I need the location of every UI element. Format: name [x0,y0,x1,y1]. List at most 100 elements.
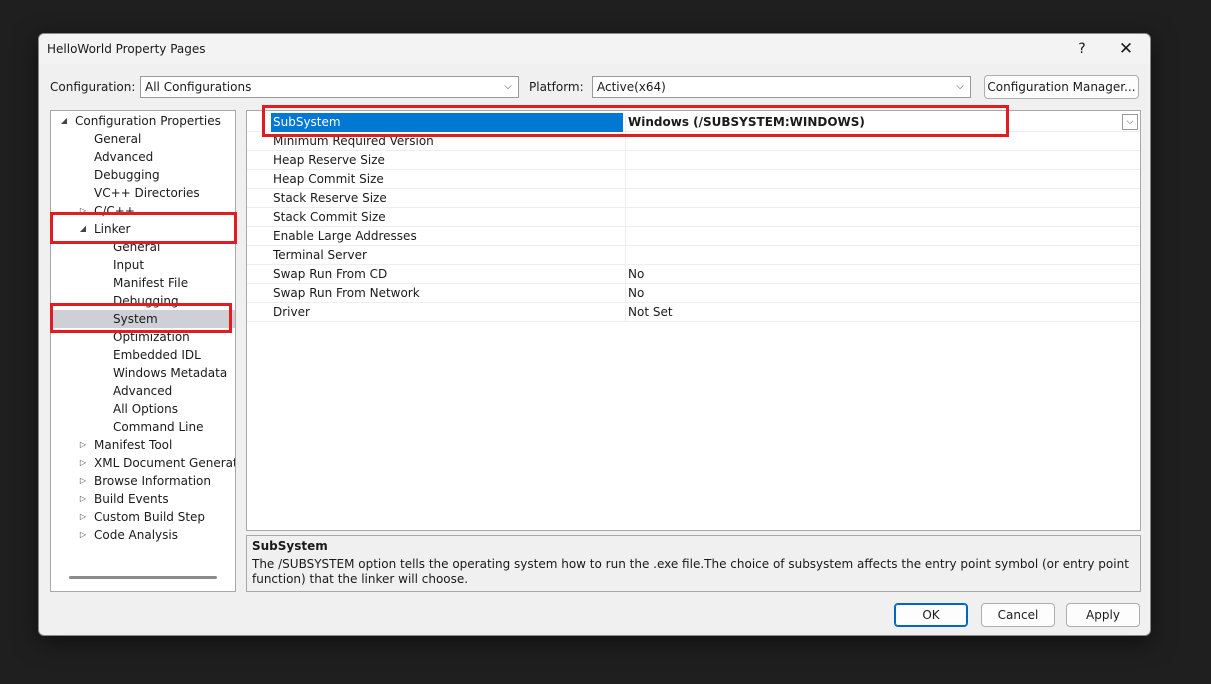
property-name: Minimum Required Version [273,134,434,148]
tree-item-label: General [113,240,161,254]
property-tree[interactable]: ◢ Configuration Properties General Advanced… [50,110,236,592]
tree-item[interactable]: Windows Metadata [96,364,227,382]
tree-item-label: Configuration Properties [75,114,221,128]
tree-item-label: System [113,312,158,326]
platform-label: Platform: [529,80,584,94]
tree-item[interactable]: General [96,238,160,256]
collapsed-arrow-icon[interactable]: ▷ [77,202,89,220]
property-row[interactable]: Driver Not Set [247,303,1140,322]
tree-item-label: Manifest Tool [94,438,173,452]
tree-item[interactable]: Optimization [96,328,190,346]
tree-item-label: Windows Metadata [113,366,228,380]
property-value[interactable] [625,227,1125,246]
property-row[interactable]: Swap Run From CD No [247,265,1140,284]
tree-item[interactable]: Advanced [77,148,153,166]
tree-item[interactable]: ▷ Build Events [77,490,169,508]
apply-button[interactable]: Apply [1066,603,1140,627]
tree-item-label: Debugging [113,294,179,308]
property-name: Driver [273,305,310,319]
configuration-value: All Configurations [145,80,252,94]
tree-item[interactable]: ▷ Browse Information [77,472,211,490]
tree-item-label: Build Events [94,492,169,506]
description-title: SubSystem [252,539,328,553]
collapsed-arrow-icon[interactable]: ▷ [77,436,89,454]
tree-item[interactable]: ▷ XML Document Generator [77,454,236,472]
tree-item-label: All Options [113,402,178,416]
tree-item[interactable]: Input [96,256,144,274]
tree-item[interactable]: Embedded IDL [96,346,201,364]
property-pages-dialog: HelloWorld Property Pages ? ✕ Configurat… [38,33,1151,636]
property-row[interactable]: Terminal Server [247,246,1140,265]
tree-item-label: Embedded IDL [113,348,201,362]
tree-item[interactable]: ▷ Custom Build Step [77,508,205,526]
collapsed-arrow-icon[interactable]: ▷ [77,472,89,490]
tree-item-label: VC++ Directories [94,186,200,200]
collapsed-arrow-icon[interactable]: ▷ [77,508,89,526]
tree-item[interactable]: All Options [96,400,178,418]
property-row[interactable]: SubSystem Windows (/SUBSYSTEM:WINDOWS) [247,113,1140,132]
property-name: SubSystem [271,113,623,132]
property-grid[interactable]: ⌵ SubSystem Windows (/SUBSYSTEM:WINDOWS) M… [246,110,1141,531]
property-value[interactable] [625,208,1125,227]
tree-item-label: Code Analysis [94,528,178,542]
collapsed-arrow-icon[interactable]: ▷ [77,490,89,508]
property-value[interactable]: No [625,284,1125,303]
property-row[interactable]: Heap Reserve Size [247,151,1140,170]
configuration-dropdown[interactable]: All Configurations ⌵ [140,76,519,98]
tree-item[interactable]: Debugging [96,292,179,310]
property-value[interactable] [625,151,1125,170]
property-value[interactable] [625,132,1125,151]
tree-item-label: XML Document Generator [94,456,236,470]
dialog-title: HelloWorld Property Pages [47,42,206,56]
property-value[interactable] [625,246,1125,265]
tree-item-label: C/C++ [94,204,135,218]
tree-item[interactable]: ▷ Manifest Tool [77,436,172,454]
tree-item[interactable]: Advanced [96,382,172,400]
cancel-button[interactable]: Cancel [981,603,1055,627]
tree-item[interactable]: Debugging [77,166,160,184]
property-value[interactable] [625,170,1125,189]
description-text: The /SUBSYSTEM option tells the operatin… [252,557,1129,586]
property-name: Stack Commit Size [273,210,386,224]
property-row[interactable]: Enable Large Addresses [247,227,1140,246]
property-name: Enable Large Addresses [273,229,417,243]
tree-item-label: Advanced [94,150,154,164]
property-value[interactable] [625,189,1125,208]
property-value[interactable]: Not Set [625,303,1125,322]
configuration-label: Configuration: [50,80,136,94]
property-row[interactable]: Swap Run From Network No [247,284,1140,303]
platform-dropdown[interactable]: Active(x64) ⌵ [592,76,971,98]
collapsed-arrow-icon[interactable]: ▷ [77,454,89,472]
tree-item[interactable]: ▷ C/C++ [77,202,135,220]
tree-item-label: Input [113,258,145,272]
tree-item-label: Command Line [113,420,204,434]
tree-item[interactable]: VC++ Directories [77,184,200,202]
ok-button[interactable]: OK [894,603,968,627]
tree-item[interactable]: ◢ Linker [77,220,131,238]
property-row[interactable]: Stack Reserve Size [247,189,1140,208]
expanded-arrow-icon[interactable]: ◢ [58,112,70,130]
chevron-down-icon: ⌵ [956,81,964,92]
configuration-manager-button[interactable]: Configuration Manager... [984,75,1139,99]
platform-value: Active(x64) [597,80,666,94]
tree-item[interactable]: Manifest File [96,274,188,292]
help-icon[interactable]: ? [1068,38,1096,60]
tree-item[interactable]: ▷ Code Analysis [77,526,178,544]
tree-item[interactable]: General [77,130,141,148]
tree-item[interactable]: Command Line [96,418,204,436]
property-row[interactable]: Minimum Required Version [247,132,1140,151]
expanded-arrow-icon[interactable]: ◢ [77,220,89,238]
property-row[interactable]: Stack Commit Size [247,208,1140,227]
property-row[interactable]: Heap Commit Size [247,170,1140,189]
collapsed-arrow-icon[interactable]: ▷ [77,526,89,544]
property-name: Swap Run From Network [273,286,420,300]
tree-item[interactable]: System [51,310,235,328]
close-icon[interactable]: ✕ [1112,38,1140,60]
horizontal-scrollbar[interactable] [69,576,217,579]
tree-item[interactable]: ◢ Configuration Properties [58,112,221,130]
property-value[interactable]: Windows (/SUBSYSTEM:WINDOWS) [625,113,1125,132]
tree-item-label: Manifest File [113,276,189,290]
property-value[interactable]: No [625,265,1125,284]
property-name: Stack Reserve Size [273,191,387,205]
chevron-down-icon: ⌵ [504,81,512,92]
